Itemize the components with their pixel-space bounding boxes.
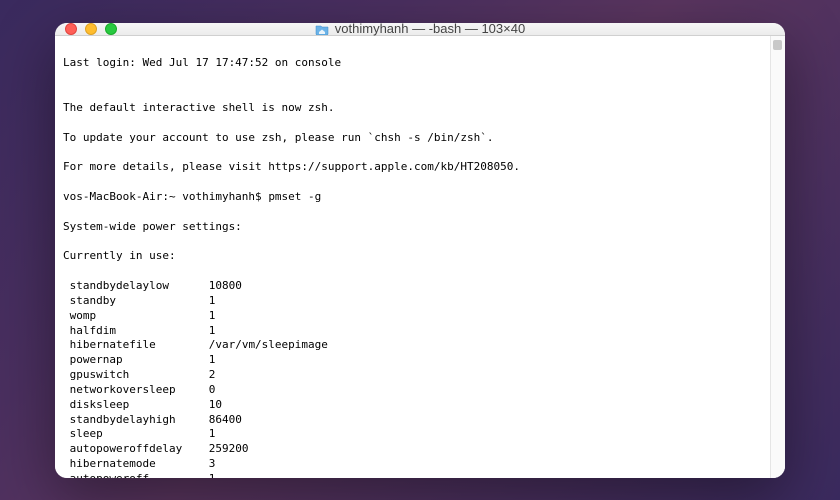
output-header-1: System-wide power settings: — [63, 220, 762, 235]
setting-value: 1 — [209, 294, 216, 307]
minimize-icon[interactable] — [85, 23, 97, 35]
setting-value: 1 — [209, 472, 216, 478]
setting-row: autopoweroff 1 — [63, 472, 762, 478]
setting-key: hibernatefile — [63, 338, 209, 351]
setting-value: 10 — [209, 398, 222, 411]
home-folder-icon — [315, 23, 329, 35]
setting-row: gpuswitch 2 — [63, 368, 762, 383]
setting-row: standbydelayhigh 86400 — [63, 413, 762, 428]
setting-key: standbydelaylow — [63, 279, 209, 292]
zsh-line-2: To update your account to use zsh, pleas… — [63, 131, 762, 146]
last-login-line: Last login: Wed Jul 17 17:47:52 on conso… — [63, 56, 762, 71]
setting-row: halfdim 1 — [63, 324, 762, 339]
setting-key: standby — [63, 294, 209, 307]
zsh-line-3: For more details, please visit https://s… — [63, 160, 762, 175]
setting-value: 86400 — [209, 413, 242, 426]
output-header-2: Currently in use: — [63, 249, 762, 264]
setting-value: 1 — [209, 309, 216, 322]
setting-key: hibernatemode — [63, 457, 209, 470]
maximize-icon[interactable] — [105, 23, 117, 35]
setting-row: hibernatemode 3 — [63, 457, 762, 472]
setting-row: disksleep 10 — [63, 398, 762, 413]
setting-key: networkoversleep — [63, 383, 209, 396]
scrollbar[interactable] — [770, 36, 785, 478]
setting-key: womp — [63, 309, 209, 322]
terminal-output[interactable]: Last login: Wed Jul 17 17:47:52 on conso… — [55, 36, 770, 478]
setting-key: powernap — [63, 353, 209, 366]
setting-key: sleep — [63, 427, 209, 440]
setting-key: halfdim — [63, 324, 209, 337]
terminal-content-wrap: Last login: Wed Jul 17 17:47:52 on conso… — [55, 36, 785, 478]
setting-value: 1 — [209, 353, 216, 366]
prompt-prefix: vos-MacBook-Air:~ vothimyhanh$ — [63, 190, 268, 203]
setting-row: womp 1 — [63, 309, 762, 324]
zsh-line-1: The default interactive shell is now zsh… — [63, 101, 762, 116]
window-title: vothimyhanh — -bash — 103×40 — [335, 23, 525, 37]
close-icon[interactable] — [65, 23, 77, 35]
setting-row: standby 1 — [63, 294, 762, 309]
setting-value: 1 — [209, 427, 216, 440]
setting-value: 10800 — [209, 279, 242, 292]
setting-row: powernap 1 — [63, 353, 762, 368]
setting-row: networkoversleep 0 — [63, 383, 762, 398]
setting-key: standbydelayhigh — [63, 413, 209, 426]
setting-value: 1 — [209, 324, 216, 337]
traffic-lights — [65, 23, 117, 35]
setting-row: sleep 1 — [63, 427, 762, 442]
setting-key: autopoweroff — [63, 472, 209, 478]
terminal-window: vothimyhanh — -bash — 103×40 Last login:… — [55, 23, 785, 478]
setting-row: standbydelaylow 10800 — [63, 279, 762, 294]
setting-value: 3 — [209, 457, 216, 470]
setting-row: hibernatefile /var/vm/sleepimage — [63, 338, 762, 353]
window-title-wrap: vothimyhanh — -bash — 103×40 — [55, 23, 785, 37]
prompt-line-1: vos-MacBook-Air:~ vothimyhanh$ pmset -g — [63, 190, 762, 205]
titlebar[interactable]: vothimyhanh — -bash — 103×40 — [55, 23, 785, 36]
setting-key: autopoweroffdelay — [63, 442, 209, 455]
setting-value: 0 — [209, 383, 216, 396]
setting-key: gpuswitch — [63, 368, 209, 381]
settings-list: standbydelaylow 10800 standby 1 womp 1 h… — [63, 279, 762, 478]
setting-value: /var/vm/sleepimage — [209, 338, 328, 351]
setting-value: 2 — [209, 368, 216, 381]
prompt-command: pmset -g — [268, 190, 321, 203]
setting-row: autopoweroffdelay 259200 — [63, 442, 762, 457]
setting-value: 259200 — [209, 442, 249, 455]
setting-key: disksleep — [63, 398, 209, 411]
